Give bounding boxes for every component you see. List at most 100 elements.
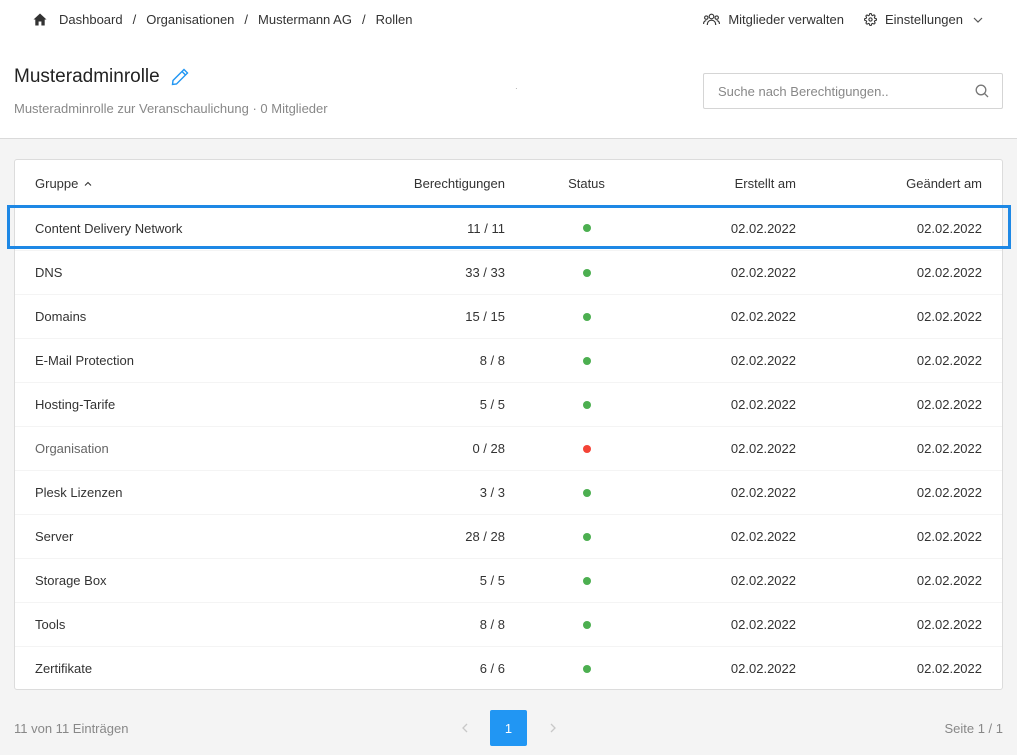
- home-icon[interactable]: [33, 13, 47, 27]
- row-status: [505, 224, 668, 232]
- chevron-up-icon: [84, 181, 92, 186]
- settings-dropdown[interactable]: Einstellungen: [863, 12, 983, 27]
- table-row[interactable]: Domains 15 / 15 02.02.2022 02.02.2022: [15, 294, 1002, 338]
- row-group: Hosting-Tarife: [35, 397, 116, 412]
- breadcrumb-organisationen[interactable]: Organisationen: [146, 12, 234, 27]
- table-body: Content Delivery Network 11 / 11 02.02.202…: [15, 206, 1002, 690]
- search-box: [703, 73, 1003, 109]
- row-changed: 02.02.2022: [916, 441, 982, 456]
- header-actions: Mitglieder verwalten Einstellungen: [703, 12, 983, 27]
- table-row[interactable]: Server 28 / 28 02.02.2022 02.02.2022: [15, 514, 1002, 558]
- table-footer: 11 von 11 Einträgen 1 Seite 1 / 1: [0, 710, 1017, 746]
- row-created: 02.02.2022: [730, 485, 796, 500]
- column-header-status[interactable]: Status: [505, 176, 668, 191]
- row-group: Server: [35, 529, 74, 544]
- row-created: 02.02.2022: [730, 265, 796, 280]
- row-changed: 02.02.2022: [916, 573, 982, 588]
- table-row[interactable]: Tools 8 / 8 02.02.2022 02.02.2022: [15, 602, 1002, 646]
- table-header: Gruppe Berechtigungen Status Erstellt am…: [15, 160, 1002, 206]
- row-permissions: 0 / 28: [472, 441, 505, 456]
- column-header-changed[interactable]: Geändert am: [796, 176, 982, 191]
- row-permissions: 8 / 8: [479, 617, 505, 632]
- chevron-right-icon[interactable]: [540, 710, 565, 746]
- status-dot: [582, 312, 591, 321]
- breadcrumb: Dashboard / Organisationen / Mustermann …: [33, 12, 412, 27]
- row-status: [505, 532, 668, 541]
- row-created: 02.02.2022: [730, 309, 796, 324]
- role-subtitle: Musteradminrolle zur Veranschaulichung ·…: [14, 101, 328, 116]
- status-dot: [582, 224, 591, 232]
- table-row[interactable]: Storage Box 5 / 5 02.02.2022 02.02.2022: [15, 558, 1002, 602]
- status-dot: [582, 268, 591, 277]
- row-changed: 02.02.2022: [916, 397, 982, 412]
- status-dot: [582, 620, 591, 629]
- entries-count: 11 von 11 Einträgen: [14, 721, 129, 736]
- manage-members-button[interactable]: Mitglieder verwalten: [703, 12, 844, 27]
- row-permissions: 8 / 8: [479, 353, 505, 368]
- row-status: [505, 664, 668, 673]
- page-button-1[interactable]: 1: [490, 710, 527, 746]
- column-header-group[interactable]: Gruppe: [15, 176, 345, 191]
- row-status: [505, 268, 668, 277]
- breadcrumb-mustermann-ag[interactable]: Mustermann AG: [258, 12, 352, 27]
- gear-icon: [863, 13, 877, 26]
- row-group: Zertifikate: [35, 661, 93, 676]
- search-icon[interactable]: [962, 84, 1002, 98]
- row-group: Storage Box: [35, 573, 107, 588]
- row-group: Domains: [35, 309, 87, 324]
- row-permissions: 28 / 28: [465, 529, 505, 544]
- table-row[interactable]: Content Delivery Network 11 / 11 02.02.202…: [15, 206, 1002, 250]
- row-created: 02.02.2022: [730, 441, 796, 456]
- row-group: Content Delivery Network: [35, 220, 183, 236]
- table-row[interactable]: DNS 33 / 33 02.02.2022 02.02.2022: [15, 250, 1002, 294]
- table-row[interactable]: Plesk Lizenzen 3 / 3 02.02.2022 02.02.2022: [15, 470, 1002, 514]
- row-status: [505, 312, 668, 321]
- row-changed: 02.02.2022: [916, 309, 982, 324]
- status-dot: [582, 576, 591, 585]
- row-permissions: 5 / 5: [479, 397, 505, 412]
- chevron-down-icon: [973, 17, 983, 23]
- page-header: Dashboard / Organisationen / Mustermann …: [0, 0, 1017, 139]
- status-dot: [582, 444, 591, 453]
- row-permissions: 15 / 15: [465, 309, 505, 324]
- decorative-dot: ·: [515, 84, 518, 93]
- breadcrumb-dashboard[interactable]: Dashboard: [59, 12, 123, 27]
- pagination: 1: [452, 710, 565, 746]
- row-status: [505, 400, 668, 409]
- row-changed: 02.02.2022: [916, 529, 982, 544]
- role-title-row: Musteradminrolle: [14, 66, 190, 88]
- table-row[interactable]: Organisation 0 / 28 02.02.2022 02.02.2022: [15, 426, 1002, 470]
- row-changed: 02.02.2022: [916, 353, 982, 368]
- status-dot: [582, 664, 591, 673]
- breadcrumb-separator: /: [244, 12, 249, 27]
- row-created: 02.02.2022: [730, 220, 796, 236]
- breadcrumb-separator: /: [132, 12, 137, 27]
- column-header-group-label: Gruppe: [35, 175, 79, 191]
- row-changed: 02.02.2022: [916, 617, 982, 632]
- chevron-left-icon[interactable]: [452, 710, 477, 746]
- table-row[interactable]: Zertifikate 6 / 6 02.02.2022 02.02.2022: [15, 646, 1002, 690]
- table-row[interactable]: E-Mail Protection 8 / 8 02.02.2022 02.02.20…: [15, 338, 1002, 382]
- users-icon: [703, 13, 721, 26]
- row-group: DNS: [35, 265, 63, 280]
- row-changed: 02.02.2022: [916, 661, 982, 676]
- column-header-created[interactable]: Erstellt am: [668, 176, 796, 191]
- row-group: Plesk Lizenzen: [35, 485, 123, 500]
- row-permissions: 33 / 33: [465, 265, 505, 280]
- pencil-icon[interactable]: [170, 67, 190, 87]
- row-group: E-Mail Protection: [35, 353, 134, 368]
- permissions-table: Gruppe Berechtigungen Status Erstellt am…: [14, 159, 1003, 690]
- column-header-permissions[interactable]: Berechtigungen: [345, 176, 505, 191]
- status-dot: [582, 356, 591, 365]
- row-created: 02.02.2022: [730, 617, 796, 632]
- row-changed: 02.02.2022: [916, 265, 982, 280]
- status-dot: [582, 400, 591, 409]
- row-created: 02.02.2022: [730, 661, 796, 676]
- row-status: [505, 488, 668, 497]
- row-permissions: 5 / 5: [479, 573, 505, 588]
- row-created: 02.02.2022: [730, 353, 796, 368]
- row-status: [505, 356, 668, 365]
- search-input[interactable]: [704, 74, 962, 108]
- breadcrumb-rollen[interactable]: Rollen: [376, 12, 413, 27]
- table-row[interactable]: Hosting-Tarife 5 / 5 02.02.2022 02.02.2022: [15, 382, 1002, 426]
